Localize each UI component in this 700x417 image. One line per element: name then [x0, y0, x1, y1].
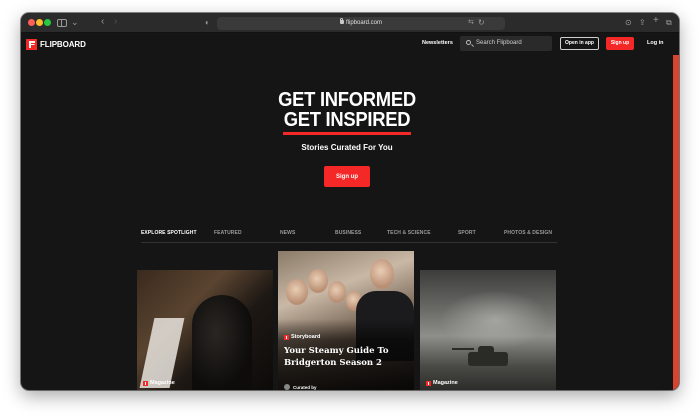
tab-tech-science[interactable]: TECH & SCIENCE: [387, 230, 431, 236]
avatar: [284, 384, 290, 390]
story-card-left[interactable]: Magazine: [137, 270, 273, 390]
downloads-icon[interactable]: ⊙: [625, 17, 632, 28]
hero-headline-2: GET INSPIRED: [283, 109, 411, 131]
card-image-vehicle: [452, 346, 508, 366]
tab-overview-icon[interactable]: ⧉: [666, 17, 672, 28]
privacy-shield-icon[interactable]: ◐: [205, 17, 210, 28]
nav-signup-button[interactable]: Sign up: [606, 37, 634, 50]
card-image-face: [328, 281, 346, 303]
card-image-face: [308, 269, 328, 293]
curated-by-label: Curated by: [293, 384, 317, 390]
magazine-icon: [426, 380, 431, 386]
story-card-center[interactable]: Storyboard Your Steamy Guide To Bridgert…: [278, 251, 414, 390]
magazine-badge: Magazine: [426, 380, 458, 386]
login-link[interactable]: Log in: [647, 40, 664, 46]
storyboard-badge: Storyboard: [284, 334, 320, 340]
address-url: flipboard.com: [345, 20, 383, 26]
badge-label: Magazine: [150, 380, 175, 386]
card-image-figure: [192, 295, 252, 390]
card-title[interactable]: Your Steamy Guide To Bridgerton Season 2: [284, 345, 410, 369]
page-edge-strip: [673, 55, 679, 390]
flipboard-logo[interactable]: FLIPBOARD: [26, 38, 86, 50]
zoom-window-button[interactable]: [44, 19, 51, 26]
magazine-icon: [143, 380, 148, 386]
new-tab-icon[interactable]: +: [653, 15, 659, 26]
site-navbar: FLIPBOARD Newsletters Search Flipboard O…: [21, 33, 679, 55]
minimize-window-button[interactable]: [36, 19, 43, 26]
card-image-face: [286, 279, 308, 305]
storyboard-icon: [284, 334, 289, 340]
address-bar[interactable]: flipboard.com: [217, 17, 505, 30]
category-tabs: EXPLORE SPOTLIGHT FEATURED NEWS BUSINESS…: [141, 227, 557, 243]
badge-label: Magazine: [433, 380, 458, 386]
browser-window: ⌄ ‹ › ◐ flipboard.com ⇆ ↻ ⊙ ⇪ + ⧉ FLIPBO…: [21, 13, 679, 390]
card-image-smoke: [440, 290, 550, 350]
tab-business[interactable]: BUSINESS: [335, 230, 361, 236]
search-icon: [466, 40, 471, 45]
close-window-button[interactable]: [28, 19, 35, 26]
curated-by: Curated by: [284, 384, 317, 390]
address-text: flipboard.com: [217, 17, 505, 30]
hero-signup-button[interactable]: Sign up: [324, 166, 370, 187]
card-image-detail: [139, 318, 185, 388]
share-icon[interactable]: ⇪: [639, 17, 646, 28]
browser-toolbar: ⌄ ‹ › ◐ flipboard.com ⇆ ↻ ⊙ ⇪ + ⧉: [21, 13, 679, 33]
translate-icon[interactable]: ⇆: [468, 17, 474, 28]
flipboard-logo-icon: [26, 38, 37, 50]
open-in-app-button[interactable]: Open in app: [560, 37, 599, 50]
magazine-badge: Magazine: [143, 380, 175, 386]
tab-sport[interactable]: SPORT: [458, 230, 476, 236]
tab-news[interactable]: NEWS: [280, 230, 295, 236]
story-card-right[interactable]: Magazine: [420, 270, 556, 390]
logo-text: FLIPBOARD: [40, 39, 86, 49]
tab-photos-design[interactable]: PHOTOS & DESIGN: [504, 230, 552, 236]
tab-featured[interactable]: FEATURED: [214, 230, 242, 236]
search-input[interactable]: Search Flipboard: [460, 36, 552, 51]
lock-icon: [339, 18, 344, 24]
sidebar-toggle-icon[interactable]: [57, 19, 67, 27]
hero-underline: [283, 132, 411, 135]
badge-label: Storyboard: [291, 334, 321, 340]
forward-arrow-icon[interactable]: ›: [114, 16, 117, 27]
newsletters-link[interactable]: Newsletters: [422, 40, 453, 46]
card-image-face: [370, 259, 394, 289]
search-placeholder: Search Flipboard: [476, 40, 522, 46]
hero-subtitle: Stories Curated For You: [301, 143, 393, 152]
tab-explore-spotlight[interactable]: EXPLORE SPOTLIGHT: [141, 230, 197, 236]
back-arrow-icon[interactable]: ‹: [101, 16, 104, 27]
chevron-down-icon[interactable]: ⌄: [71, 17, 79, 28]
reload-icon[interactable]: ↻: [478, 17, 485, 28]
